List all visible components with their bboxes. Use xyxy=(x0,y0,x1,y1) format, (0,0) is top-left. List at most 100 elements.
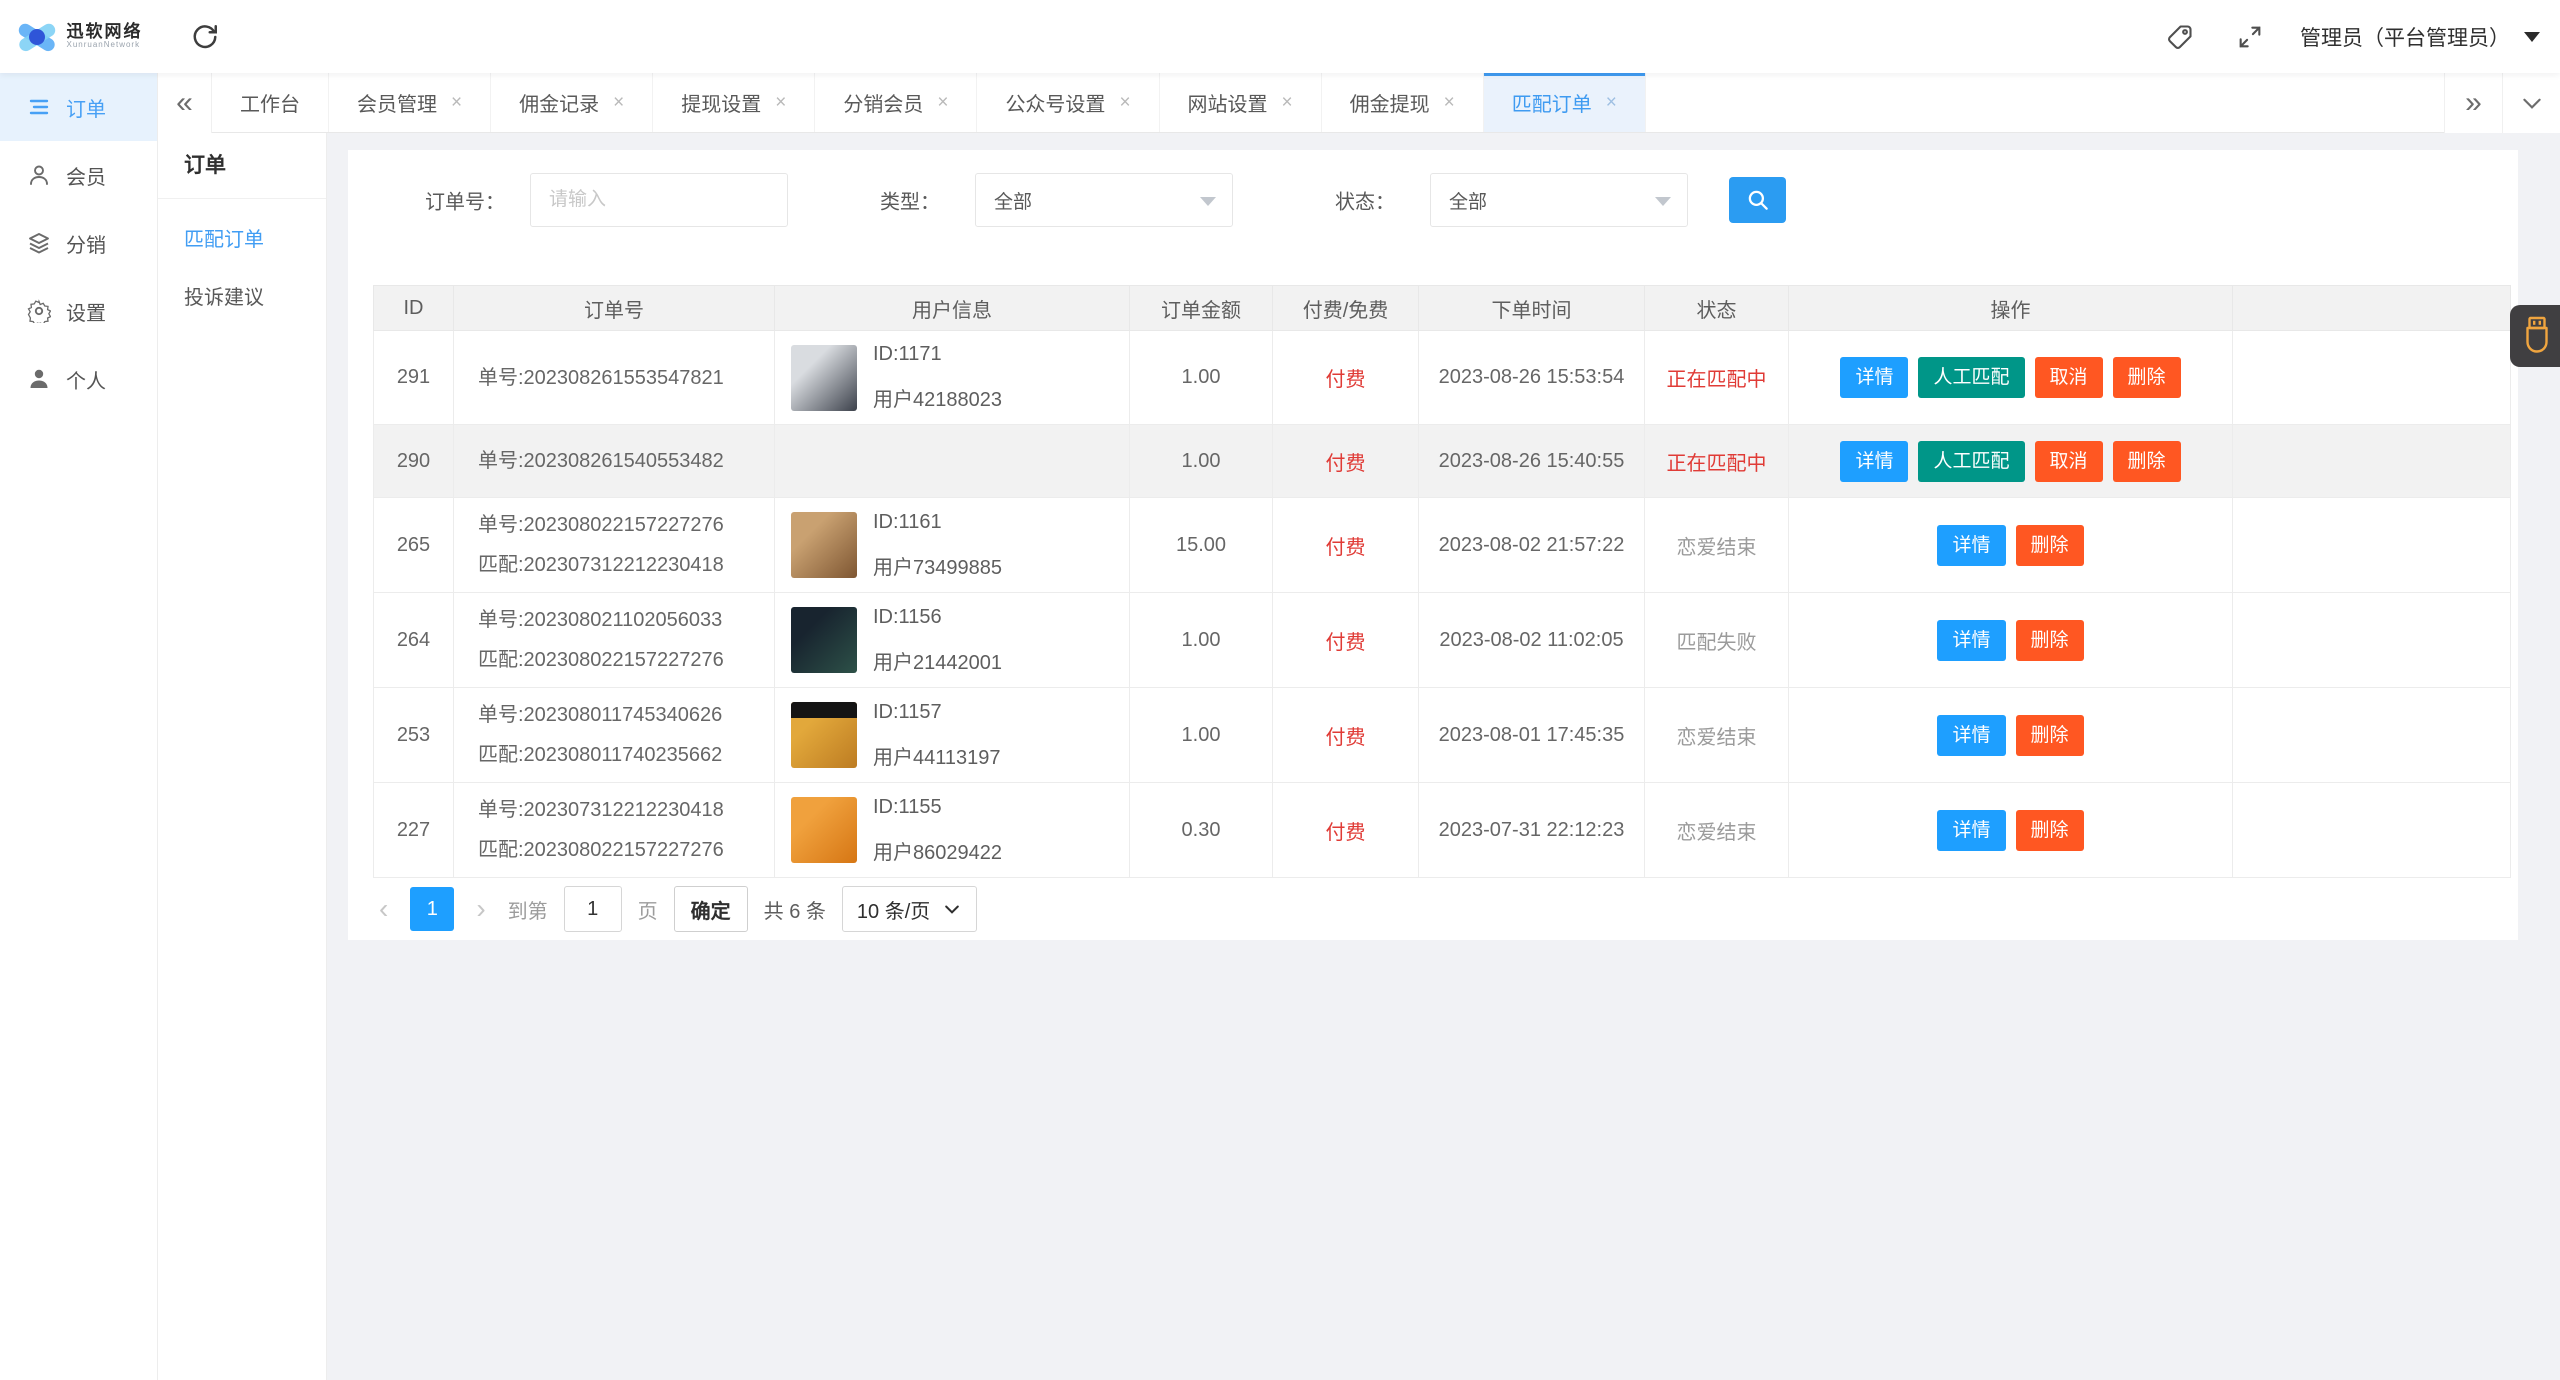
user-info: ID:1155 用户86029422 xyxy=(791,796,1129,865)
manual-button[interactable]: 人工匹配 xyxy=(1918,440,2025,482)
sidebar-item-个人[interactable]: 个人 xyxy=(0,345,157,413)
user-number-label: 用户44113197 xyxy=(873,746,1001,769)
status-label: 正在匹配中 xyxy=(1666,452,1767,475)
tab-close-icon[interactable]: × xyxy=(1282,92,1293,114)
cell-order-no: 单号:202308021102056033 匹配:2023080221572272… xyxy=(453,592,775,688)
prev-page-button[interactable]: ‹ xyxy=(373,895,394,923)
cell-pay-type: 付费 xyxy=(1272,330,1419,425)
detail-button[interactable]: 详情 xyxy=(1937,714,2006,756)
delete-button[interactable]: 删除 xyxy=(2015,714,2084,756)
sidebar-item-label: 分销 xyxy=(66,234,106,257)
detail-button[interactable]: 详情 xyxy=(1937,524,2006,566)
cell-order-time: 2023-07-31 22:12:23 xyxy=(1418,782,1645,878)
sidebar-item-订单[interactable]: 订单 xyxy=(0,73,157,141)
cell-order-no: 单号:202308022157227276 匹配:2023073122122304… xyxy=(453,497,775,593)
user-id-label: ID:1155 xyxy=(873,795,942,818)
pagination: ‹ 1 › 到第 页 确定 共 6 条 10 条/页 xyxy=(373,886,978,932)
cancel-button[interactable]: 取消 xyxy=(2034,357,2103,398)
tab-close-icon[interactable]: × xyxy=(775,92,786,114)
status-select[interactable]: 全部 xyxy=(1430,173,1688,227)
tab-提现设置[interactable]: 提现设置 × xyxy=(653,73,816,132)
tag-button[interactable] xyxy=(2160,0,2200,73)
cell-amount: 0.30 xyxy=(1129,782,1273,878)
goto-page-input[interactable] xyxy=(563,886,622,932)
delete-button[interactable]: 删除 xyxy=(2015,524,2084,566)
submenu-item-投诉建议[interactable]: 投诉建议 xyxy=(158,269,326,327)
type-select[interactable]: 全部 xyxy=(975,173,1233,227)
user-info: ID:1171 用户42188023 xyxy=(791,343,1129,412)
goto-label: 到第 xyxy=(507,900,548,923)
delete-button[interactable]: 删除 xyxy=(2112,357,2181,398)
sidebar-item-会员[interactable]: 会员 xyxy=(0,141,157,209)
cancel-button[interactable]: 取消 xyxy=(2034,440,2103,482)
column-header-状态: 状态 xyxy=(1644,285,1789,331)
sidebar-item-分销[interactable]: 分销 xyxy=(0,209,157,277)
delete-button[interactable]: 删除 xyxy=(2015,809,2084,851)
next-page-button[interactable]: › xyxy=(470,895,491,923)
page-number-current[interactable]: 1 xyxy=(410,887,455,931)
per-page-select[interactable]: 10 条/页 xyxy=(841,886,978,932)
sidebar-item-设置[interactable]: 设置 xyxy=(0,277,157,345)
manual-button[interactable]: 人工匹配 xyxy=(1918,357,2025,398)
tab-佣金记录[interactable]: 佣金记录 × xyxy=(491,73,654,132)
delete-button[interactable]: 删除 xyxy=(2015,619,2084,661)
tab-menu-button[interactable] xyxy=(2502,73,2560,133)
page-unit-label: 页 xyxy=(637,900,658,923)
detail-button[interactable]: 详情 xyxy=(1937,809,2006,851)
tab-网站设置[interactable]: 网站设置 × xyxy=(1160,73,1322,132)
cell-empty xyxy=(2232,330,2511,425)
cell-empty xyxy=(2232,497,2511,593)
order-no-input[interactable] xyxy=(530,173,788,227)
type-select-value: 全部 xyxy=(994,191,1033,213)
refresh-button[interactable] xyxy=(175,0,235,73)
tab-close-icon[interactable]: × xyxy=(613,92,624,114)
tab-分销会员[interactable]: 分销会员 × xyxy=(815,73,978,132)
order-no-line: 单号:202308021102056033 xyxy=(478,609,723,631)
tab-会员管理[interactable]: 会员管理 × xyxy=(329,73,492,132)
search-icon xyxy=(1745,187,1771,213)
tab-close-icon[interactable]: × xyxy=(451,92,462,114)
tab-工作台[interactable]: 工作台 xyxy=(212,73,329,132)
detail-button[interactable]: 详情 xyxy=(1840,440,1909,482)
fullscreen-button[interactable] xyxy=(2230,0,2270,73)
user-menu[interactable]: 管理员（平台管理员） xyxy=(2300,22,2540,52)
cell-id: 227 xyxy=(373,782,454,878)
tab-公众号设置[interactable]: 公众号设置 × xyxy=(977,73,1160,132)
tab-匹配订单[interactable]: 匹配订单 × xyxy=(1483,73,1646,132)
table-row: 264 单号:202308021102056033 匹配:2023080221572… xyxy=(373,592,2511,688)
tab-close-icon[interactable]: × xyxy=(937,92,948,114)
tab-close-icon[interactable]: × xyxy=(1444,92,1455,114)
tab-label: 匹配订单 xyxy=(1511,94,1592,116)
total-count-label: 共 6 条 xyxy=(763,900,826,923)
floating-widget-button[interactable] xyxy=(2510,305,2560,367)
more-tabs-button[interactable]: » xyxy=(2444,73,2502,133)
column-header-订单号: 订单号 xyxy=(453,285,775,331)
cell-order-time: 2023-08-26 15:53:54 xyxy=(1418,330,1645,425)
table-row: 291 单号:202308261553547821 ID:1171 用户4218802… xyxy=(373,330,2511,425)
pay-type-label: 付费 xyxy=(1325,631,1366,654)
detail-button[interactable]: 详情 xyxy=(1840,357,1909,398)
sidebar-menu: 订单会员分销设置 个人 xyxy=(0,73,157,413)
order-no-line: 单号:202308011745340626 xyxy=(478,704,723,726)
order-no-line: 单号:202308261553547821 xyxy=(478,366,724,389)
open-tabs: 工作台 会员管理 × 佣金记录 × 提现设置 × 分销会员 × 公众号设置 × 网站设置 × 佣金提现 × 匹… xyxy=(212,73,2444,132)
column-header-订单金额: 订单金额 xyxy=(1129,285,1273,331)
goto-confirm-button[interactable]: 确定 xyxy=(673,886,748,932)
detail-button[interactable]: 详情 xyxy=(1937,619,2006,661)
cell-pay-type: 付费 xyxy=(1272,782,1419,878)
cell-pay-type: 付费 xyxy=(1272,497,1419,593)
profile-person-icon xyxy=(27,367,51,391)
table-row: 265 单号:202308022157227276 匹配:2023073122122… xyxy=(373,497,2511,593)
sidebar-item-label: 订单 xyxy=(66,98,106,121)
avatar-banner xyxy=(791,702,857,718)
tab-label: 网站设置 xyxy=(1187,94,1268,116)
search-button[interactable] xyxy=(1729,177,1786,223)
tab-label: 会员管理 xyxy=(357,94,437,116)
tab-close-icon[interactable]: × xyxy=(1606,92,1617,114)
collapse-tabs-button[interactable]: « xyxy=(158,73,212,133)
submenu-item-匹配订单[interactable]: 匹配订单 xyxy=(158,211,326,269)
tab-佣金提现[interactable]: 佣金提现 × xyxy=(1322,73,1484,132)
delete-button[interactable]: 删除 xyxy=(2112,440,2181,482)
tab-close-icon[interactable]: × xyxy=(1119,92,1130,114)
tab-label: 分销会员 xyxy=(843,94,924,116)
